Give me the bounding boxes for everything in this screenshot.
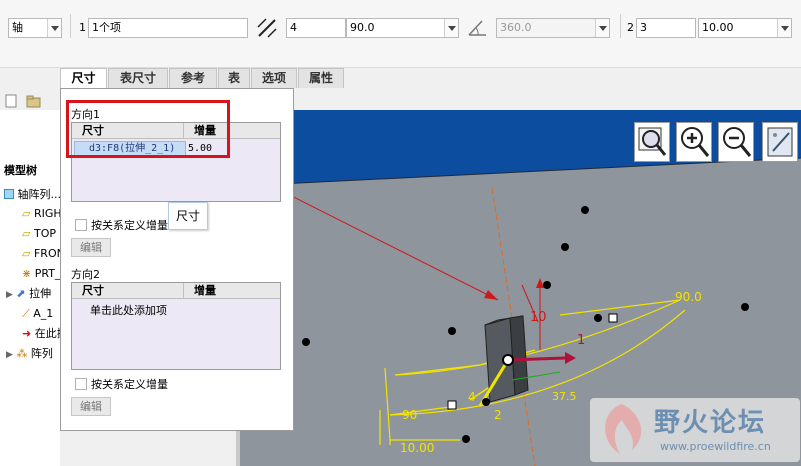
dimension-label[interactable]: 10: [530, 310, 547, 325]
edit-button[interactable]: 编辑: [71, 238, 111, 257]
watermark: 野火论坛 www.proewildfire.cn: [590, 398, 800, 462]
forum-logo-icon: [605, 404, 642, 454]
highlight-box: [66, 100, 230, 158]
tree-item-pattern[interactable]: 轴阵列...: [4, 186, 64, 204]
model-tree: 模型树 轴阵列... ▱ RIGHT ▱ TOP ▱ FRONT ⋇ PRT_C…: [0, 110, 82, 466]
direction2-count-value: 3: [640, 21, 647, 34]
angle-range-value: 360.0: [500, 21, 532, 34]
relation-increment-checkbox[interactable]: [75, 378, 87, 390]
dimension-label[interactable]: 90.0: [675, 290, 702, 304]
relation-increment-label: 按关系定义增量: [91, 378, 168, 391]
repaint-button[interactable]: [762, 122, 798, 162]
tab-table-dimensions[interactable]: 表尺寸: [108, 68, 168, 88]
dimension-label[interactable]: 1: [577, 333, 585, 348]
tree-item-label: TOP: [33, 227, 56, 240]
coordinate-system-icon: ⋇: [22, 267, 32, 280]
datum-plane-icon: ▱: [22, 207, 31, 220]
direction2-increment-field[interactable]: 10.00: [698, 18, 792, 38]
edit-button[interactable]: 编辑: [71, 397, 111, 416]
dimension-label[interactable]: 37.5: [552, 390, 577, 403]
tree-item-label: 阵列: [30, 347, 53, 360]
zoom-fit-button[interactable]: [634, 122, 670, 162]
direction1-increment-value: 90.0: [350, 21, 375, 34]
pattern-type-value: 轴: [12, 21, 23, 34]
expand-arrow-icon[interactable]: ▶: [6, 290, 13, 300]
relation-increment-checkbox[interactable]: [75, 219, 87, 231]
direction2-title: 方向2: [71, 268, 100, 281]
direction1-index: 1: [79, 21, 86, 34]
divider: [620, 14, 621, 38]
direction2-table: 尺寸 增量 单击此处添加项: [71, 282, 281, 370]
repaint-icon: [767, 127, 793, 157]
zoom-out-button[interactable]: [718, 122, 754, 162]
watermark-title: 野火论坛: [654, 408, 767, 438]
expand-arrow-icon[interactable]: ▶: [6, 350, 13, 360]
zoom-in-icon: [681, 127, 710, 157]
tab-references[interactable]: 参考: [169, 68, 217, 88]
part-icon: [4, 189, 14, 199]
dimensions-panel: 方向1 尺寸 增量 d3:F8(拉伸_2_1) 5.00 按关系定义增量 编辑 …: [60, 88, 294, 431]
relation-increment-label: 按关系定义增量: [91, 219, 168, 232]
direction1-reference-value: 1个项: [92, 21, 121, 34]
direction1-reference-field[interactable]: 1个项: [88, 18, 248, 38]
tooltip: 尺寸: [168, 202, 208, 230]
chevron-down-icon[interactable]: [47, 19, 61, 37]
direction2-index: 2: [627, 21, 634, 34]
angle-range-field[interactable]: 360.0: [496, 18, 610, 38]
tab-options[interactable]: 选项: [251, 68, 297, 88]
pattern-type-select[interactable]: 轴: [8, 18, 62, 38]
watermark-url: www.proewildfire.cn: [660, 440, 771, 453]
extrude-icon: ⬈: [16, 287, 26, 300]
dimension-label[interactable]: 90: [402, 408, 417, 422]
new-file-icon[interactable]: [4, 94, 18, 111]
datum-plane-icon: ▱: [22, 247, 31, 260]
tab-properties[interactable]: 属性: [298, 68, 344, 88]
datum-plane-icon: ▱: [22, 227, 31, 240]
chevron-down-icon[interactable]: [444, 19, 458, 37]
open-folder-icon[interactable]: [26, 94, 42, 111]
flip-direction-icon[interactable]: [256, 17, 278, 39]
datum-axis-icon: ⟋: [22, 307, 30, 320]
divider: [70, 14, 71, 38]
direction1-count-field[interactable]: 4: [286, 18, 346, 38]
zoom-fit-icon: [638, 127, 667, 156]
tree-item-label: 拉伸: [29, 287, 52, 300]
pattern-icon: ⁂: [16, 347, 28, 360]
dimension-label[interactable]: 4: [468, 390, 476, 404]
tree-item-pattern-feature[interactable]: ▶ ⁂ 阵列: [6, 345, 66, 363]
insert-arrow-icon: ➜: [22, 327, 32, 340]
model-tree-title: 模型树: [4, 164, 37, 177]
direction1-count-value: 4: [290, 21, 297, 34]
column-header[interactable]: 尺寸: [72, 283, 184, 299]
column-header[interactable]: 增量: [184, 283, 280, 299]
angle-icon[interactable]: [466, 17, 490, 39]
direction2-count-field[interactable]: 3: [636, 18, 696, 38]
tree-item-label: A_1: [33, 307, 54, 320]
add-item-row[interactable]: 单击此处添加项: [90, 302, 167, 318]
chevron-down-icon[interactable]: [777, 19, 791, 37]
tab-table[interactable]: 表: [218, 68, 250, 88]
zoom-in-button[interactable]: [676, 122, 712, 162]
zoom-out-icon: [723, 127, 752, 157]
tree-item-extrude[interactable]: ▶ ⬈ 拉伸: [6, 285, 66, 303]
direction1-increment-field[interactable]: 90.0: [346, 18, 459, 38]
chevron-down-icon[interactable]: [595, 19, 609, 37]
dimension-label[interactable]: 2: [494, 408, 502, 422]
tab-dimensions[interactable]: 尺寸: [60, 68, 107, 89]
dimension-label[interactable]: 10.00: [400, 441, 434, 455]
direction2-increment-value: 10.00: [702, 21, 734, 34]
dashboard-ribbon: 轴 1 1个项 4 90.0 360.0 2 3 10.00: [0, 0, 801, 68]
tree-item-label: 轴阵列...: [17, 188, 62, 201]
